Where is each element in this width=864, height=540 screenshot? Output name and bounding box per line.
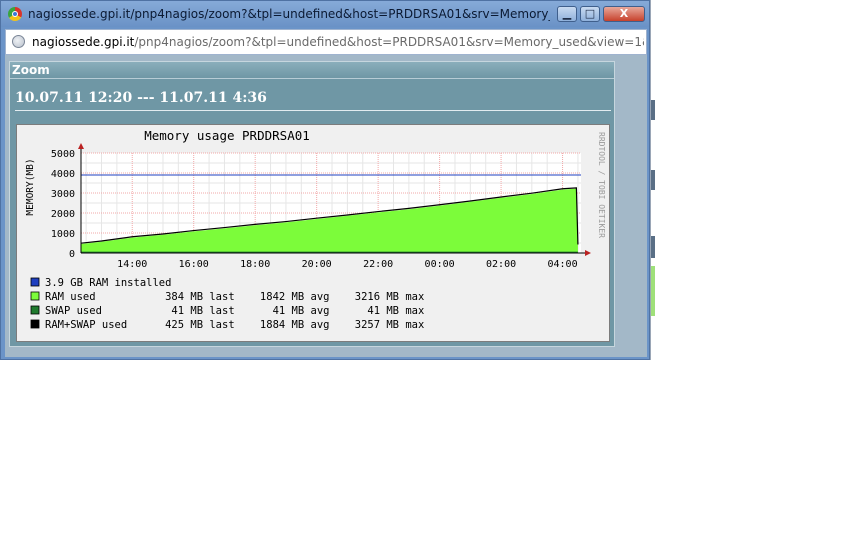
chart-title: Memory usage PRDDRSA01 — [144, 128, 310, 143]
minimize-button[interactable]: ▁ — [557, 6, 577, 22]
zoom-panel: Zoom 10.07.11 12:20 --- 11.07.11 4:36 Me… — [9, 61, 615, 347]
y-tick-label: 4000 — [51, 169, 75, 180]
legend-swatch — [30, 291, 40, 301]
zoom-title: Zoom — [12, 63, 50, 77]
y-axis-label: MEMORY(MB) — [25, 158, 36, 215]
title-bar[interactable]: nagiossede.gpi.it/pnp4nagios/zoom?&tpl=u… — [1, 1, 649, 27]
y-tick-label: 5000 — [51, 149, 75, 160]
legend-entry: RAM+SWAP used 425 MB last 1884 MB avg 32… — [45, 319, 424, 331]
y-tick-label: 2000 — [51, 209, 75, 220]
globe-icon — [12, 35, 25, 48]
legend-entry: 3.9 GB RAM installed — [45, 277, 171, 289]
address-url[interactable]: nagiossede.gpi.it/pnp4nagios/zoom?&tpl=u… — [32, 35, 644, 49]
window-title: nagiossede.gpi.it/pnp4nagios/zoom?&tpl=u… — [28, 7, 550, 21]
memory-graph[interactable]: Memory usage PRDDRSA01 MEMORY(MB) RRDTOO… — [16, 124, 610, 342]
x-tick-label: 14:00 — [117, 259, 147, 270]
y-tick-label: 0 — [69, 249, 75, 260]
background-window-edge — [650, 0, 657, 360]
memory-chart: Memory usage PRDDRSA01 MEMORY(MB) RRDTOO… — [25, 128, 606, 331]
y-tick-label: 3000 — [51, 189, 75, 200]
chrome-icon — [8, 7, 22, 21]
legend-swatch — [30, 277, 40, 287]
address-host: nagiossede.gpi.it — [32, 35, 135, 49]
legend-entry: RAM used 384 MB last 1842 MB avg 3216 MB… — [45, 291, 424, 303]
close-button[interactable]: X — [603, 6, 645, 22]
x-tick-label: 04:00 — [548, 259, 578, 270]
rrdtool-watermark: RRDTOOL / TOBI OETIKER — [597, 132, 606, 238]
zoom-header: Zoom — [10, 62, 614, 79]
legend-swatch — [30, 319, 40, 329]
x-tick-label: 02:00 — [486, 259, 516, 270]
browser-popup-window: nagiossede.gpi.it/pnp4nagios/zoom?&tpl=u… — [0, 0, 650, 360]
x-tick-label: 00:00 — [425, 259, 455, 270]
y-axis-arrow — [78, 143, 84, 149]
page-content: Zoom 10.07.11 12:20 --- 11.07.11 4:36 Me… — [5, 55, 647, 357]
x-tick-label: 16:00 — [179, 259, 209, 270]
x-tick-label: 18:00 — [240, 259, 270, 270]
title-divider — [15, 110, 611, 111]
x-tick-label: 22:00 — [363, 259, 393, 270]
time-range-title: 10.07.11 12:20 --- 11.07.11 4:36 — [15, 90, 267, 106]
legend-entry: SWAP used 41 MB last 41 MB avg 41 MB max — [45, 305, 424, 317]
address-path: /pnp4nagios/zoom?&tpl=undefined&host=PRD… — [134, 35, 644, 49]
maximize-button[interactable]: □ — [580, 6, 600, 22]
address-bar[interactable]: nagiossede.gpi.it/pnp4nagios/zoom?&tpl=u… — [5, 29, 647, 55]
x-tick-label: 20:00 — [302, 259, 332, 270]
x-axis-arrow — [585, 250, 591, 256]
legend-swatch — [30, 305, 40, 315]
y-tick-label: 1000 — [51, 229, 75, 240]
